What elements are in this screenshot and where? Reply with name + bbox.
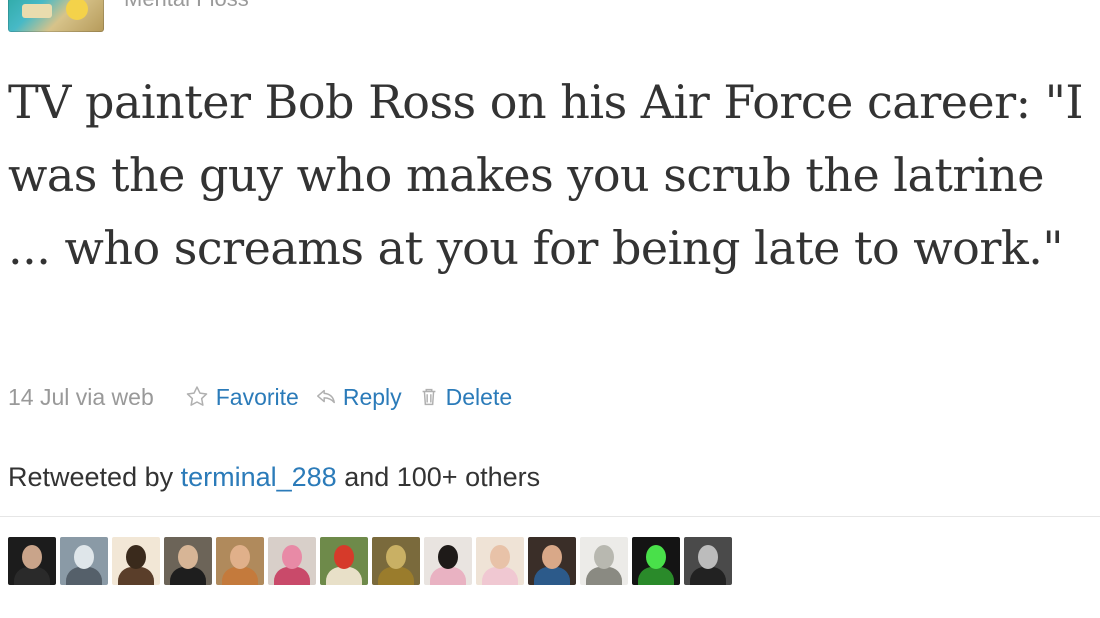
reply-arrow-icon [316,389,335,404]
retweeter-avatar[interactable] [580,537,628,585]
tweet-page: Mental Floss TV painter Bob Ross on his … [0,0,1100,618]
delete-label: Delete [445,383,513,410]
retweeter-avatar[interactable] [268,537,316,585]
retweeter-avatar[interactable] [8,537,56,585]
retweeted-by: Retweeted by terminal_288 and 100+ other… [8,462,540,493]
author-name[interactable]: Mental Floss [124,0,249,12]
profile-thumbnail-icon[interactable] [8,0,104,32]
retweet-prefix: Retweeted by [8,462,181,492]
tweet-text: TV painter Bob Ross on his Air Force car… [8,75,1084,275]
star-icon [186,386,208,406]
delete-button[interactable]: Delete [418,384,512,411]
tweet-timestamp[interactable]: 14 Jul via web [8,384,154,411]
retweeter-avatar[interactable] [476,537,524,585]
retweeter-avatars [8,537,732,585]
retweet-suffix: and 100+ others [336,462,541,492]
retweeter-avatar[interactable] [164,537,212,585]
retweeter-link[interactable]: terminal_288 [181,462,337,492]
retweeter-avatar[interactable] [632,537,680,585]
retweeter-avatar[interactable] [372,537,420,585]
retweeter-avatar[interactable] [424,537,472,585]
tweet-meta: 14 Jul via web Favorite Reply Delete [8,382,528,412]
favorite-button[interactable]: Favorite [184,384,299,411]
retweeter-avatar[interactable] [216,537,264,585]
trash-icon [422,388,436,406]
retweeter-avatar[interactable] [320,537,368,585]
retweeter-avatar[interactable] [112,537,160,585]
retweeter-avatar[interactable] [60,537,108,585]
favorite-label: Favorite [215,383,299,410]
retweeter-avatar[interactable] [528,537,576,585]
divider [0,516,1100,517]
reply-button[interactable]: Reply [315,384,402,411]
retweeter-avatar[interactable] [684,537,732,585]
reply-label: Reply [342,383,402,410]
